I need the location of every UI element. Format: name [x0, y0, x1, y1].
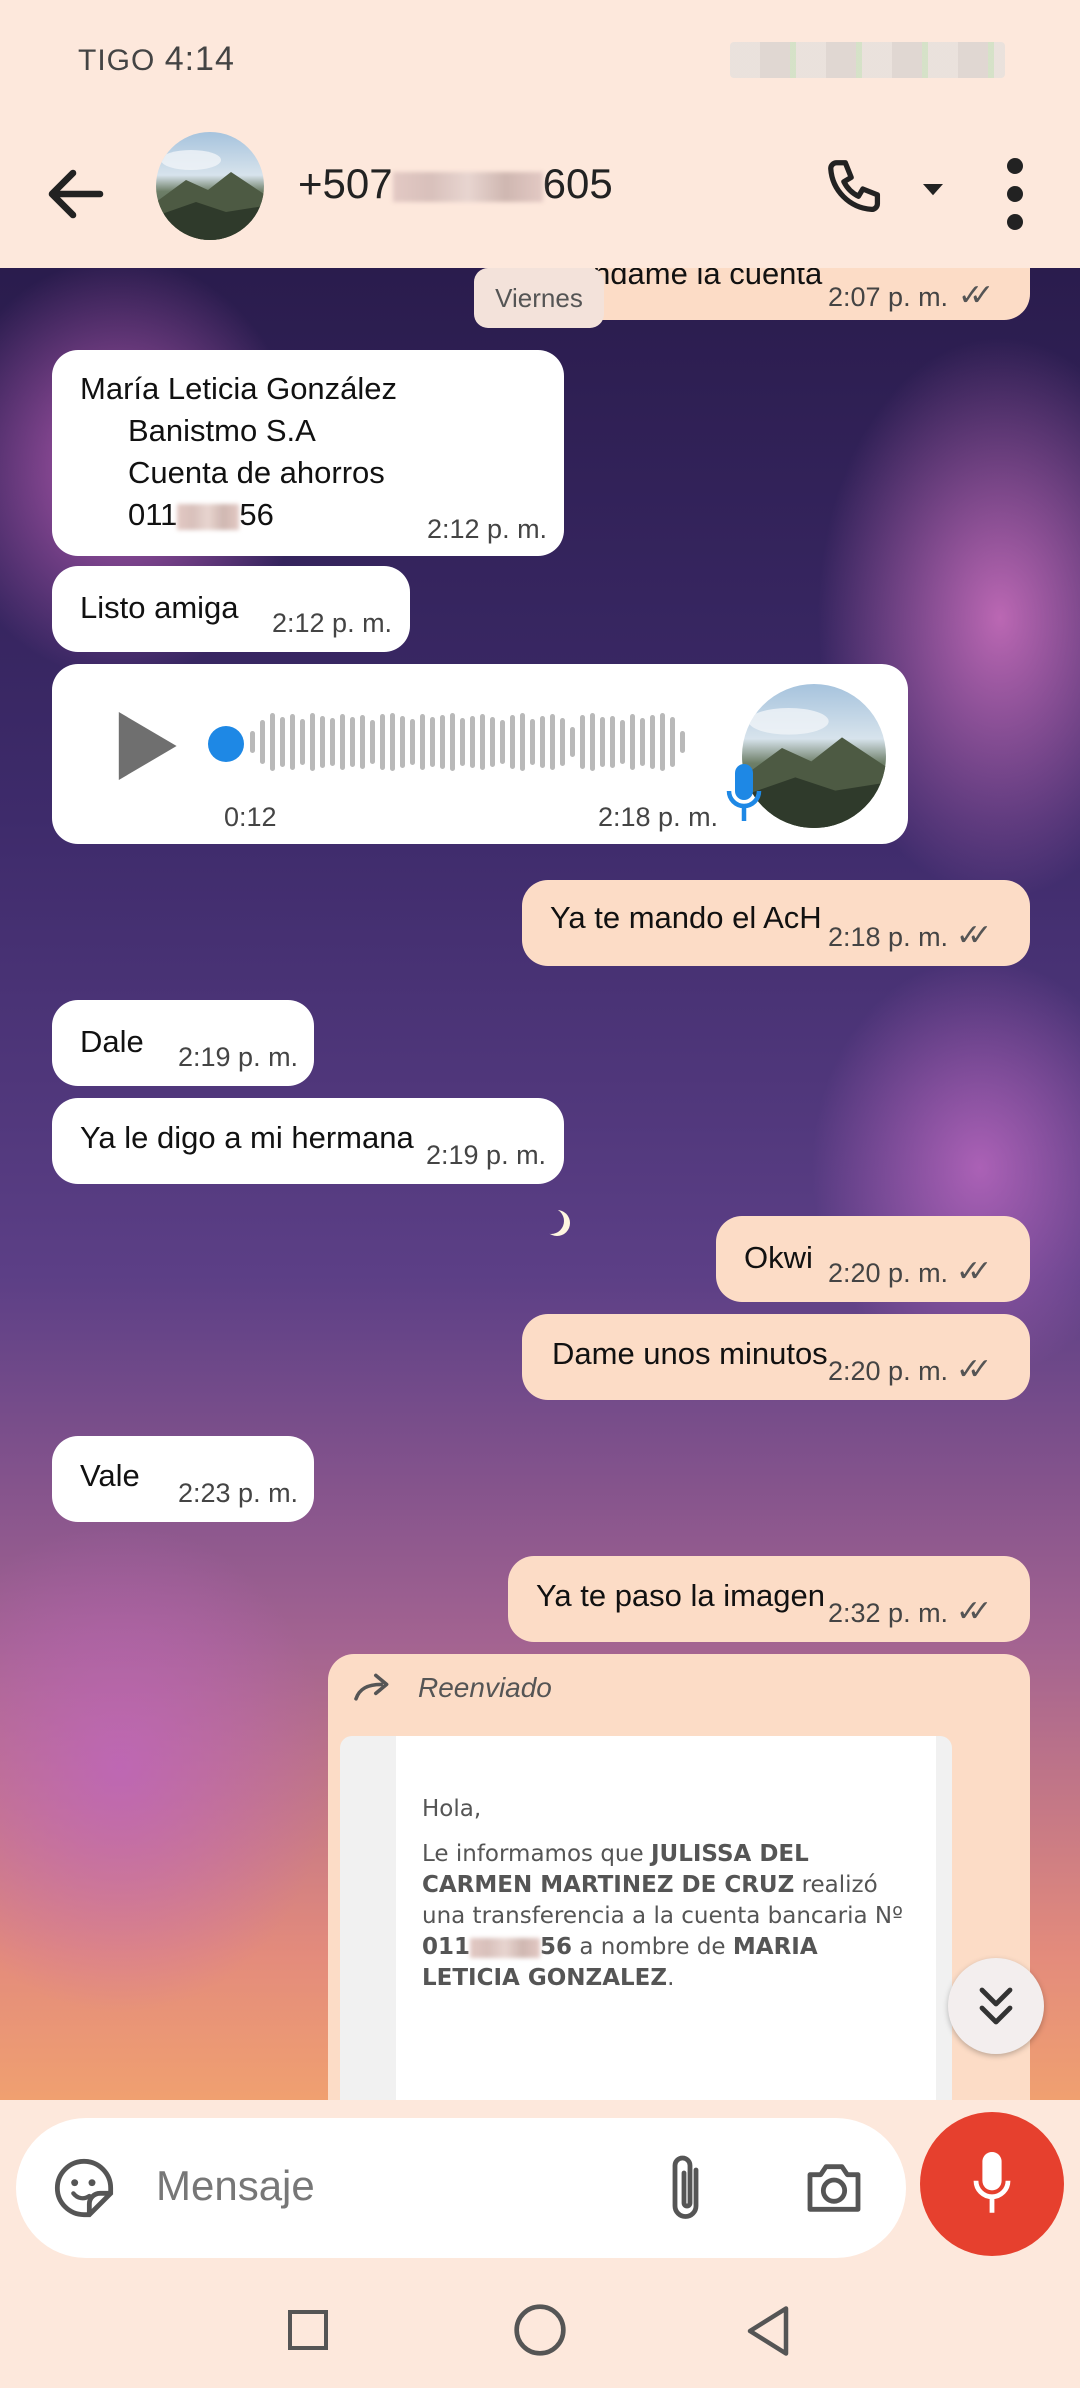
phone-suffix: 605 [542, 160, 613, 207]
contact-avatar[interactable] [156, 132, 264, 240]
notice-end: . [667, 1965, 675, 1991]
message-bubble-incoming[interactable]: Vale 2:23 p. m. [52, 1436, 314, 1522]
message-time: 2:23 p. m. [178, 1478, 299, 1508]
microphone-icon [726, 764, 762, 821]
day-separator-chip: Viernes [474, 268, 604, 328]
read-ticks-icon: ✓✓ [956, 1353, 992, 1386]
message-time: 2:18 p. m. [828, 922, 949, 952]
message-bubble-incoming[interactable]: Ya le digo a mi hermana 2:19 p. m. [52, 1098, 564, 1184]
notice-body-a: Le informamos que [422, 1841, 651, 1867]
double-chevron-down-icon [979, 1987, 1013, 2025]
forward-arrow-icon [354, 1673, 389, 1701]
chevron-down-icon[interactable] [918, 174, 948, 204]
back-arrow-icon[interactable] [40, 158, 112, 230]
message-time: 2:20 p. m. [828, 1356, 949, 1386]
home-circle-icon[interactable] [512, 2302, 568, 2358]
message-composer[interactable]: Mensaje [16, 2118, 906, 2258]
recents-square-icon[interactable] [284, 2306, 332, 2354]
message-time: 2:32 p. m. [828, 1598, 949, 1628]
account-type-line: Cuenta de ahorros [128, 455, 385, 490]
message-bubble-outgoing[interactable]: Okwi 2:20 p. m. ✓✓ [716, 1216, 1030, 1302]
status-icons-blurred [730, 42, 1005, 78]
forwarded-image[interactable]: Hola, Le informamos que JULISSA DEL CARM… [340, 1736, 952, 2100]
bank-line: Banistmo S.A [128, 413, 316, 448]
message-bubble-outgoing[interactable]: Ya te paso la imagen 2:32 p. m. ✓✓ [508, 1556, 1030, 1642]
message-text: María Leticia González Banistmo S.A Cuen… [80, 368, 397, 536]
redacted-digits [392, 171, 543, 202]
message-bubble-incoming[interactable]: Listo amiga 2:12 p. m. [52, 566, 410, 652]
forwarded-label: Reenviado [418, 1672, 552, 1703]
camera-icon[interactable] [802, 2156, 866, 2220]
mountain-photo-icon [742, 708, 886, 828]
play-icon[interactable] [112, 708, 180, 784]
voice-message-bubble[interactable]: 0:12 2:18 p. m. [52, 664, 908, 844]
microphone-icon [973, 2152, 1011, 2213]
account-number-line: 011 56 [80, 494, 397, 536]
message-bubble-outgoing[interactable]: Ya te mando el AcH 2:18 p. m. ✓✓ [522, 880, 1030, 966]
read-ticks-icon: ✓✓ [956, 919, 992, 952]
redacted-digits [470, 1937, 541, 1958]
message-text: Ya te paso la imagen [536, 1578, 825, 1613]
message-time: 2:18 p. m. [598, 802, 719, 832]
voice-duration: 0:12 [224, 802, 277, 832]
read-ticks-icon: ✓✓ [956, 1255, 992, 1288]
voice-waveform[interactable] [250, 712, 700, 772]
mountain-photo-icon [156, 150, 264, 240]
account-number-start: 011 [128, 497, 178, 532]
voice-progress-dot[interactable] [208, 726, 244, 762]
back-triangle-icon[interactable] [744, 2304, 792, 2358]
message-text: Vale [80, 1458, 140, 1493]
message-text: Okwi [744, 1240, 813, 1275]
message-time: 2:19 p. m. [426, 1140, 547, 1170]
notice-account-start: 011 [422, 1934, 471, 1960]
message-text: Dame unos minutos [552, 1336, 828, 1371]
notice-account-end: 56 [540, 1934, 573, 1960]
message-bubble-incoming[interactable]: María Leticia González Banistmo S.A Cuen… [52, 350, 564, 556]
more-vertical-icon[interactable] [1000, 154, 1030, 234]
message-time: 2:07 p. m. [828, 282, 949, 312]
chat-background[interactable]: Mandame la cuenta 2:07 p. m. ✓✓ Viernes … [0, 268, 1080, 2100]
notice-body: Le informamos que JULISSA DEL CARMEN MAR… [422, 1839, 910, 1994]
status-carrier-time: TIGO 4:14 [78, 40, 235, 79]
account-number-end: 56 [239, 497, 274, 532]
message-bubble-incoming[interactable]: Dale 2:19 p. m. [52, 1000, 314, 1086]
message-time: 2:12 p. m. [272, 608, 393, 638]
read-ticks-icon: ✓✓ [958, 279, 994, 312]
voice-record-button[interactable] [920, 2112, 1064, 2256]
message-time: 2:20 p. m. [828, 1258, 949, 1288]
read-ticks-icon: ✓✓ [956, 1595, 992, 1628]
message-input[interactable]: Mensaje [156, 2162, 315, 2210]
sender-avatar [742, 684, 886, 828]
phone-prefix: +507 [298, 160, 393, 207]
scroll-to-bottom-button[interactable] [948, 1958, 1044, 2054]
notice-greeting: Hola, [422, 1796, 482, 1822]
message-text: Listo amiga [80, 590, 239, 625]
moon-decoration [538, 1208, 564, 1234]
chat-header: +507 605 [0, 120, 1080, 268]
carrier-label: TIGO [78, 44, 156, 77]
paperclip-attach-icon[interactable] [662, 2152, 712, 2224]
clock: 4:14 [164, 40, 235, 78]
contact-phone-number[interactable]: +507 605 [298, 160, 613, 208]
message-bubble-outgoing[interactable]: Dame unos minutos 2:20 p. m. ✓✓ [522, 1314, 1030, 1400]
account-holder-line: María Leticia González [80, 371, 398, 406]
message-text: Ya le digo a mi hermana [80, 1120, 414, 1155]
system-nav-bar [0, 2272, 1080, 2388]
transfer-notice-document: Hola, Le informamos que JULISSA DEL CARM… [396, 1736, 936, 2100]
status-bar: TIGO 4:14 [0, 0, 1080, 120]
redacted-digits [177, 503, 240, 530]
sticker-emoji-icon[interactable] [52, 2156, 116, 2220]
message-text: Dale [80, 1024, 144, 1059]
message-text: Ya te mando el AcH [550, 900, 822, 935]
notice-body-c: a nombre de [572, 1934, 733, 1960]
phone-call-icon[interactable] [822, 154, 892, 224]
message-time: 2:19 p. m. [178, 1042, 299, 1072]
message-time: 2:12 p. m. [427, 514, 548, 544]
